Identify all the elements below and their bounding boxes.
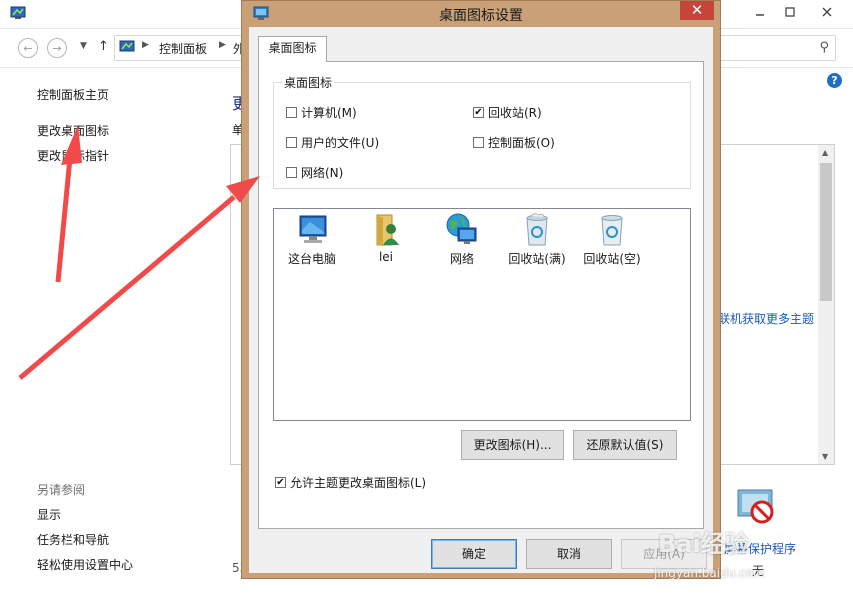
sidebar-link-home[interactable]: 控制面板主页 xyxy=(37,86,109,103)
red-arrow-to-dialog xyxy=(18,176,260,380)
close-icon xyxy=(822,7,832,17)
arrow-right-icon: → xyxy=(52,41,62,55)
recycle-bin-full-icon xyxy=(526,213,548,246)
recent-locations-chevron-icon[interactable]: ▼ xyxy=(80,41,87,51)
desktop-icon-list[interactable]: 这台电脑 lei 网络 回收站(满) 回收站(空) xyxy=(273,208,691,421)
sidebar-link-ease-of-access[interactable]: 轻松使用设置中心 xyxy=(37,556,133,573)
get-more-themes-link[interactable]: 联机获取更多主题 xyxy=(718,310,814,327)
icon-item-recycle-bin-empty[interactable]: 回收站(空) xyxy=(576,212,648,267)
breadcrumb-control-panel[interactable]: 控制面板 xyxy=(159,40,207,57)
see-also-heading: 另请参阅 xyxy=(37,483,86,497)
tab-panel: 桌面图标 计算机(M) ✔ 回收站(R) 用户的文件(U) 控制面板(O) 网络… xyxy=(258,61,704,529)
network-icon xyxy=(446,213,477,244)
baidu-watermark: Bai经验 xyxy=(658,530,749,558)
icon-label: 回收站(满) xyxy=(508,252,566,266)
desktop-icons-groupbox: 桌面图标 计算机(M) ✔ 回收站(R) 用户的文件(U) 控制面板(O) 网络… xyxy=(273,74,691,189)
tab-desktop-icons[interactable]: 桌面图标 xyxy=(258,36,327,62)
close-icon: ✕ xyxy=(690,1,704,19)
checkbox-network[interactable]: 网络(N) xyxy=(286,164,343,181)
back-button[interactable]: ← xyxy=(18,38,38,58)
dialog-client-area: 桌面图标 桌面图标 计算机(M) ✔ 回收站(R) 用户的文件(U) 控制面板(… xyxy=(249,27,713,573)
dialog-titlebar[interactable]: 桌面图标设置 ✕ xyxy=(242,1,720,27)
help-icon[interactable]: ? xyxy=(827,73,842,88)
forward-button[interactable]: → xyxy=(47,38,67,58)
checkmark-icon[interactable]: ✔ xyxy=(473,107,484,118)
this-pc-icon xyxy=(299,215,327,243)
checkbox-computer[interactable]: 计算机(M) xyxy=(286,104,357,121)
checkbox-user-files[interactable]: 用户的文件(U) xyxy=(286,134,379,151)
icon-label: 回收站(空) xyxy=(583,252,641,266)
icon-label: 网络 xyxy=(449,252,474,266)
maximize-button[interactable] xyxy=(775,0,805,24)
checkbox-box[interactable] xyxy=(286,137,297,148)
search-icon: ⚲ xyxy=(819,40,829,55)
up-arrow-icon[interactable]: ↑ xyxy=(98,39,109,54)
theme-list-scrollbar[interactable]: ▲ ▼ xyxy=(818,145,834,464)
restore-default-button[interactable]: 还原默认值(S) xyxy=(573,430,677,460)
desktop-icon-settings-dialog: 桌面图标设置 ✕ 桌面图标 桌面图标 计算机(M) ✔ 回收站(R) 用户的文件… xyxy=(241,0,721,579)
arrow-left-icon: ← xyxy=(23,41,33,55)
scroll-up-icon[interactable]: ▲ xyxy=(822,148,828,157)
checkbox-allow-themes[interactable]: ✔ 允许主题更改桌面图标(L) xyxy=(275,474,426,491)
breadcrumb-chevron-icon: ▶ xyxy=(219,40,226,50)
control-panel-app-icon xyxy=(10,6,26,19)
minimize-icon xyxy=(756,14,764,16)
scroll-down-icon[interactable]: ▼ xyxy=(822,452,828,461)
checkbox-label: 计算机(M) xyxy=(301,106,357,120)
checkbox-box[interactable] xyxy=(473,137,484,148)
icon-label: 这台电脑 xyxy=(287,252,336,266)
checkbox-label: 网络(N) xyxy=(301,166,344,180)
groupbox-label: 桌面图标 xyxy=(282,74,335,91)
checkbox-label: 控制面板(O) xyxy=(488,136,555,150)
icon-item-network[interactable]: 网络 xyxy=(426,212,498,267)
scrollbar-thumb[interactable] xyxy=(820,163,832,301)
sidebar-link-display[interactable]: 显示 xyxy=(37,506,61,523)
maximize-icon xyxy=(785,7,795,17)
screensaver-icon[interactable] xyxy=(736,486,776,526)
dialog-title: 桌面图标设置 xyxy=(439,8,523,24)
sidebar-link-change-pointer[interactable]: 更改鼠标指针 xyxy=(37,147,109,164)
sidebar-link-taskbar[interactable]: 任务栏和导航 xyxy=(37,531,109,548)
breadcrumb-chevron-icon: ▶ xyxy=(142,40,149,50)
checkmark-icon[interactable]: ✔ xyxy=(275,477,286,488)
user-folder-icon xyxy=(376,214,399,246)
sidebar-link-change-desktop-icons[interactable]: 更改桌面图标 xyxy=(37,122,109,139)
ok-button[interactable]: 确定 xyxy=(431,539,517,569)
checkbox-recycle-bin[interactable]: ✔ 回收站(R) xyxy=(473,104,542,121)
dialog-close-button[interactable]: ✕ xyxy=(680,1,714,20)
icon-item-user-folder[interactable]: lei xyxy=(350,212,422,264)
address-bar[interactable]: ▶ 控制面板 ▶ 外 xyxy=(114,35,245,61)
checkbox-box[interactable] xyxy=(286,167,297,178)
cancel-button[interactable]: 取消 xyxy=(526,539,612,569)
icon-item-this-pc[interactable]: 这台电脑 xyxy=(276,212,348,267)
change-icon-button[interactable]: 更改图标(H)... xyxy=(461,430,564,460)
checkbox-control-panel[interactable]: 控制面板(O) xyxy=(473,134,555,151)
checkbox-label: 回收站(R) xyxy=(488,106,542,120)
baidu-watermark-url: jingyan.baidu.com xyxy=(654,566,765,580)
icon-item-recycle-bin-full[interactable]: 回收站(满) xyxy=(501,212,573,267)
icon-label: lei xyxy=(378,250,394,264)
minimize-button[interactable] xyxy=(745,0,775,24)
search-input[interactable]: ⚲ xyxy=(712,35,836,61)
recycle-bin-empty-icon xyxy=(601,215,623,246)
checkbox-label: 允许主题更改桌面图标(L) xyxy=(290,476,427,490)
control-panel-icon xyxy=(119,40,135,52)
checkbox-label: 用户的文件(U) xyxy=(301,136,380,150)
background-window-buttons xyxy=(745,0,849,24)
background-close-button[interactable] xyxy=(805,0,849,24)
checkbox-box[interactable] xyxy=(286,107,297,118)
